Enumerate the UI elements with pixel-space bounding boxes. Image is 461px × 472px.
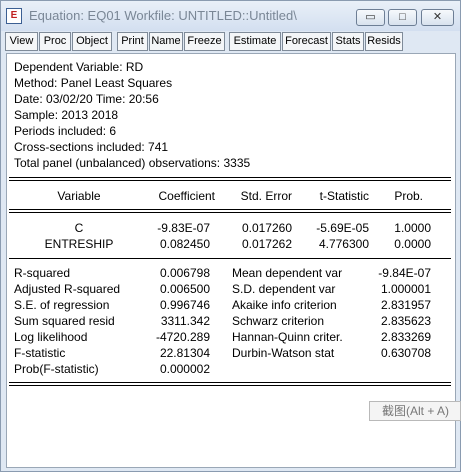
stat-value: 2.835623 <box>380 314 431 328</box>
stat-label: Hannan-Quinn criter. <box>232 330 343 344</box>
stat-label: F-statistic <box>14 346 66 360</box>
close-button[interactable]: ✕ <box>421 9 454 26</box>
estimate-button[interactable]: Estimate <box>229 32 281 51</box>
print-button[interactable]: Print <box>117 32 148 51</box>
observations-line: Total panel (unbalanced) observations: 3… <box>14 156 251 170</box>
stat-value: -9.84E-07 <box>378 266 431 280</box>
cross-sections-line: Cross-sections included: 741 <box>14 140 169 154</box>
resids-button[interactable]: Resids <box>365 32 403 51</box>
dependent-variable-line: Dependent Variable: RD <box>14 60 144 74</box>
stat-value: -4720.289 <box>155 330 210 344</box>
eviews-app-icon: E <box>6 8 22 24</box>
coef-bottom-rule <box>9 258 451 259</box>
stat-label: Log likelihood <box>14 330 88 344</box>
stat-value: 22.81304 <box>159 346 210 360</box>
stat-label: Adjusted R-squared <box>14 282 121 296</box>
prob-value: 1.0000 <box>394 221 431 235</box>
prob-value: 0.0000 <box>394 237 431 251</box>
object-button[interactable]: Object <box>72 32 112 51</box>
stat-value: 2.831957 <box>380 298 431 312</box>
stat-label: S.E. of regression <box>14 298 110 312</box>
column-header-variable: Variable <box>57 189 101 203</box>
stat-value: 1.000001 <box>380 282 431 296</box>
coefficient-value: 0.082450 <box>159 237 210 251</box>
stat-label: Mean dependent var <box>232 266 343 280</box>
stat-value: 0.006500 <box>159 282 210 296</box>
freeze-button[interactable]: Freeze <box>184 32 225 51</box>
table-top-rule-2 <box>9 180 451 181</box>
coefficient-value: -9.83E-07 <box>157 221 210 235</box>
method-line: Method: Panel Least Squares <box>14 76 173 90</box>
stat-value: 3311.342 <box>160 314 210 328</box>
table-top-rule <box>9 177 451 178</box>
name-button[interactable]: Name <box>149 32 183 51</box>
stat-label: R-squared <box>14 266 71 280</box>
stat-value: 2.833269 <box>380 330 431 344</box>
stat-label: S.D. dependent var <box>232 282 336 296</box>
stat-label: Durbin-Watson stat <box>232 346 335 360</box>
equation-toolbar: View Proc Object Print Name Freeze Estim… <box>5 32 457 52</box>
std-error-value: 0.017262 <box>241 237 292 251</box>
minimize-button[interactable]: ▭ <box>356 9 385 26</box>
forecast-button[interactable]: Forecast <box>282 32 331 51</box>
window-title: Equation: EQ01 Workfile: UNTITLED::Untit… <box>29 8 297 23</box>
column-header-t-statistic: t-Statistic <box>319 189 369 203</box>
variable-name: ENTRESHIP <box>44 237 114 251</box>
t-statistic-value: -5.69E-05 <box>316 221 369 235</box>
stats-button[interactable]: Stats <box>332 32 364 51</box>
header-rule <box>9 209 451 210</box>
column-header-coefficient: Coefficient <box>158 189 215 203</box>
stat-value: 0.630708 <box>380 346 431 360</box>
sample-line: Sample: 2013 2018 <box>14 108 119 122</box>
screenshot-tooltip: 截图(Alt + A) <box>369 401 461 421</box>
stat-label: Akaike info criterion <box>232 298 337 312</box>
column-header-prob: Prob. <box>394 189 423 203</box>
stat-value: 0.000002 <box>159 362 210 376</box>
std-error-value: 0.017260 <box>241 221 292 235</box>
stat-value: 0.006798 <box>159 266 210 280</box>
header-rule-2 <box>9 212 451 213</box>
stat-label: Prob(F-statistic) <box>14 362 99 376</box>
periods-line: Periods included: 6 <box>14 124 117 138</box>
title-bar[interactable]: E Equation: EQ01 Workfile: UNTITLED::Unt… <box>1 1 460 31</box>
stat-label: Sum squared resid <box>14 314 115 328</box>
stats-bottom-rule-2 <box>9 385 451 386</box>
view-button[interactable]: View <box>5 32 38 51</box>
column-header-std-error: Std. Error <box>240 189 292 203</box>
variable-name: C <box>74 221 84 235</box>
equation-window: E Equation: EQ01 Workfile: UNTITLED::Unt… <box>0 0 461 472</box>
stats-bottom-rule <box>9 382 451 383</box>
proc-button[interactable]: Proc <box>39 32 71 51</box>
date-time-line: Date: 03/02/20 Time: 20:56 <box>14 92 159 106</box>
stat-value: 0.996746 <box>159 298 210 312</box>
t-statistic-value: 4.776300 <box>318 237 369 251</box>
maximize-button[interactable]: □ <box>388 9 417 26</box>
stat-label: Schwarz criterion <box>232 314 325 328</box>
